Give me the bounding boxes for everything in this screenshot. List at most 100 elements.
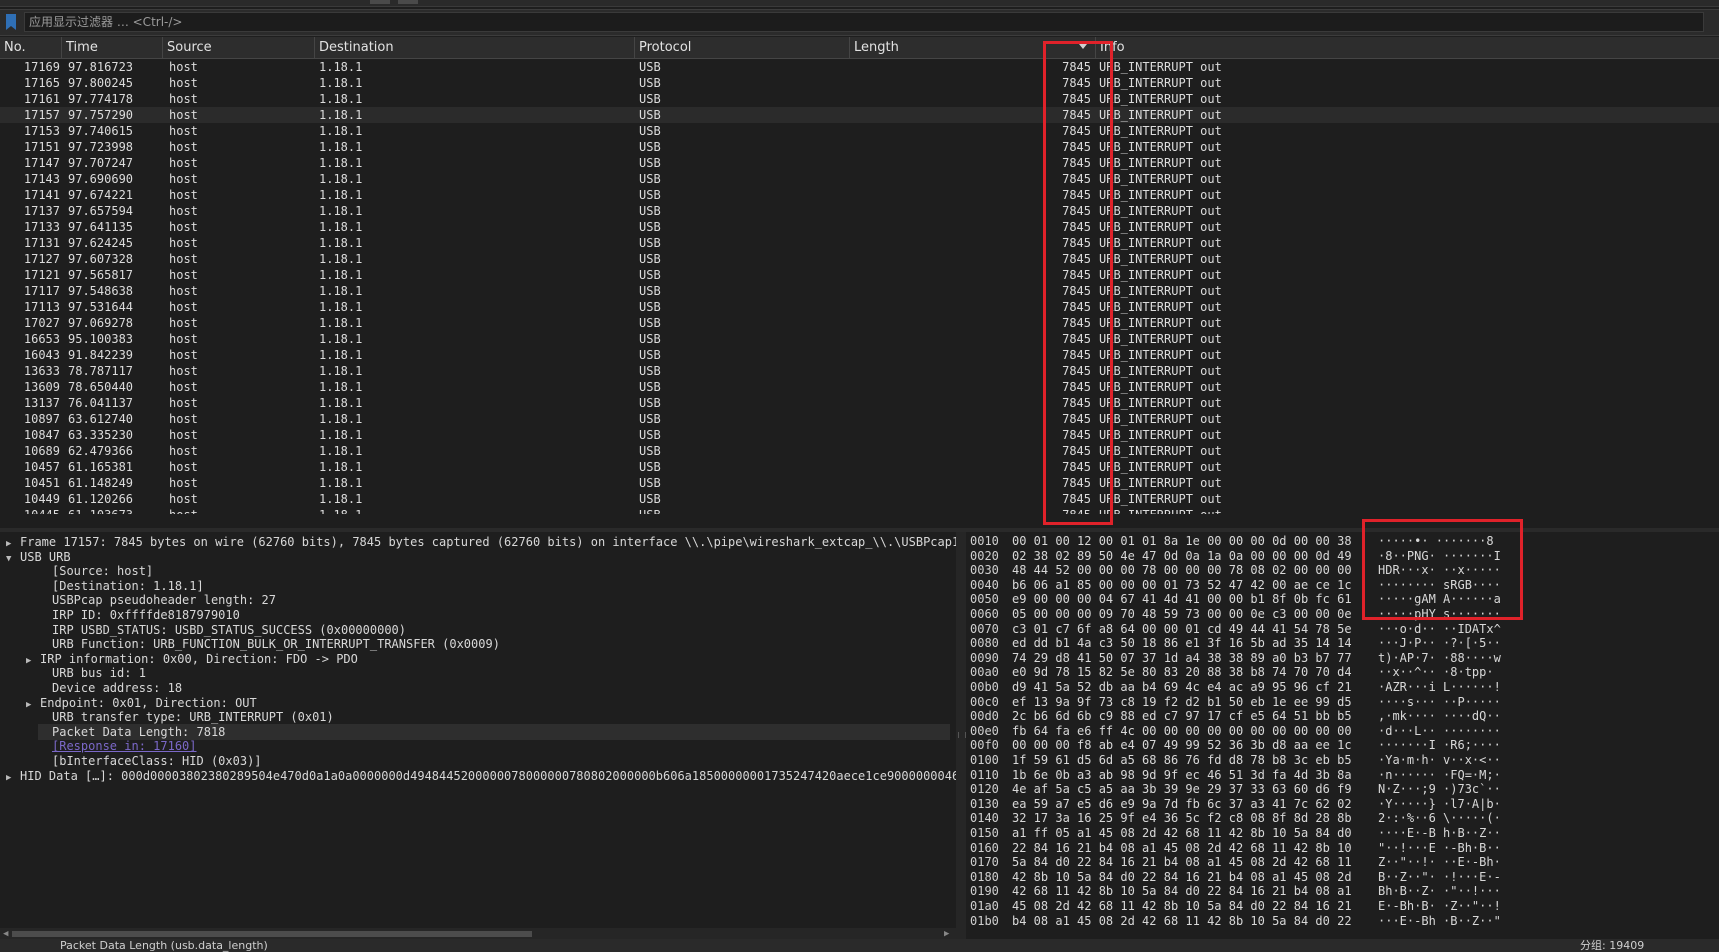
detail-row[interactable]: [Response in: 17160] — [38, 738, 197, 754]
packet-row[interactable]: 17143 97.690690 host 1.18.1 USB 7845 URB_INTER… — [0, 171, 1719, 187]
packet-row[interactable]: 17153 97.740615 host 1.18.1 USB 7845 URB_INTER… — [0, 123, 1719, 139]
packet-cell-info: URB_INTERRUPT out — [1099, 92, 1222, 106]
column-header-length[interactable]: Length — [850, 37, 1096, 58]
packet-cell-length: 7845 — [1062, 348, 1091, 362]
bytes-ascii: ·8··PNG· ·······I — [1378, 548, 1501, 563]
detail-row[interactable]: ▶ HID Data […]: 000d00003802380289504e470… — [6, 768, 956, 784]
packet-row[interactable]: 10457 61.165381 host 1.18.1 USB 7845 URB_INTER… — [0, 459, 1719, 475]
bookmark-icon[interactable] — [6, 14, 16, 30]
packet-row[interactable]: 10847 63.335230 host 1.18.1 USB 7845 URB_INTER… — [0, 427, 1719, 443]
packet-cell-destination: 1.18.1 — [319, 476, 363, 490]
packet-row[interactable]: 13137 76.041137 host 1.18.1 USB 7845 URB_INTER… — [0, 395, 1719, 411]
packet-cell-destination: 1.18.1 — [319, 332, 363, 346]
detail-row[interactable]: ▶ IRP information: 0x00, Direction: FDO -… — [26, 651, 358, 667]
packet-row[interactable]: 10897 63.612740 host 1.18.1 USB 7845 URB_INTER… — [0, 411, 1719, 427]
packet-cell-info: URB_INTERRUPT out — [1099, 252, 1222, 266]
packet-cell-source: host — [169, 188, 198, 202]
packet-row[interactable]: 17133 97.641135 host 1.18.1 USB 7845 URB_INTER… — [0, 219, 1719, 235]
packet-row[interactable]: 17113 97.531644 host 1.18.1 USB 7845 URB_INTER… — [0, 299, 1719, 315]
packet-cell-destination: 1.18.1 — [319, 252, 363, 266]
detail-row[interactable]: USBPcap pseudoheader length: 27 — [38, 592, 276, 608]
packet-row[interactable]: 16043 91.842239 host 1.18.1 USB 7845 URB_INTER… — [0, 347, 1719, 363]
bytes-offset: 0190 — [970, 884, 999, 899]
bytes-ascii: ·Ya·m·h· v··x·<·· — [1378, 753, 1501, 767]
packet-row[interactable]: 17137 97.657594 host 1.18.1 USB 7845 URB_INTER… — [0, 203, 1719, 219]
detail-text: Packet Data Length: 7818 — [52, 724, 226, 739]
detail-row[interactable]: [Source: host] — [38, 563, 153, 579]
packet-row[interactable]: 17151 97.723998 host 1.18.1 USB 7845 URB_INTER… — [0, 139, 1719, 155]
column-header-destination[interactable]: Destination — [315, 37, 635, 58]
detail-row[interactable]: [Destination: 1.18.1] — [38, 578, 204, 594]
packet-row[interactable]: 10451 61.148249 host 1.18.1 USB 7845 URB_INTER… — [0, 475, 1719, 491]
display-filter-input[interactable] — [24, 12, 1704, 32]
packet-cell-time: 63.335230 — [68, 428, 134, 442]
packet-cell-destination: 1.18.1 — [319, 172, 363, 186]
packet-row[interactable]: 17161 97.774178 host 1.18.1 USB 7845 URB_INTER… — [0, 91, 1719, 107]
packet-row[interactable]: 17141 97.674221 host 1.18.1 USB 7845 URB_INTER… — [0, 187, 1719, 203]
packet-row[interactable]: 17117 97.548638 host 1.18.1 USB 7845 URB_INTER… — [0, 283, 1719, 299]
packet-row[interactable]: 17165 97.800245 host 1.18.1 USB 7845 URB_INTER… — [0, 75, 1719, 91]
packet-cell-destination: 1.18.1 — [319, 412, 363, 426]
packet-row[interactable]: 10689 62.479366 host 1.18.1 USB 7845 URB_INTER… — [0, 443, 1719, 459]
detail-row[interactable]: IRP USBD_STATUS: USBD_STATUS_SUCCESS (0x… — [38, 622, 406, 638]
packet-cell-protocol: USB — [635, 507, 850, 514]
bytes-hex: 2c b6 6d 6b c9 88 ed c7 97 17 cf e5 64 5… — [1012, 709, 1352, 724]
scrollbar-thumb[interactable] — [12, 931, 532, 937]
detail-row[interactable]: [bInterfaceClass: HID (0x03)] — [38, 753, 262, 769]
toolbar-button[interactable] — [370, 0, 390, 4]
bytes-offset: 00c0 — [970, 694, 999, 709]
detail-row[interactable]: ▶ Endpoint: 0x01, Direction: OUT — [26, 695, 257, 711]
scroll-left-icon[interactable]: ◀ — [3, 929, 8, 939]
bytes-offset: 0140 — [970, 811, 999, 826]
packet-row[interactable]: 13609 78.650440 host 1.18.1 USB 7845 URB_INTER… — [0, 379, 1719, 395]
detail-row[interactable]: URB transfer type: URB_INTERRUPT (0x01) — [38, 709, 334, 725]
packet-cell-protocol: USB — [639, 412, 661, 426]
packet-row[interactable]: 17131 97.624245 host 1.18.1 USB 7845 URB_INTER… — [0, 235, 1719, 251]
bytes-hex: fb 64 fa e6 ff 4c 00 00 00 00 00 00 00 0… — [1012, 723, 1352, 738]
packet-cell-length: 7845 — [1062, 172, 1091, 186]
packet-row[interactable]: 10449 61.120266 host 1.18.1 USB 7845 URB_INTER… — [0, 491, 1719, 507]
packet-cell-destination: 1.18.1 — [319, 380, 363, 394]
column-header-info[interactable]: Info — [1096, 37, 1719, 58]
pane-splitter-vertical[interactable] — [956, 532, 966, 939]
bytes-ascii: ·Y·····} ·l7·A|b· — [1378, 796, 1501, 811]
collapsed-arrow-icon[interactable]: ▶ — [6, 770, 20, 786]
expanded-arrow-icon[interactable]: ▼ — [6, 551, 20, 567]
packet-cell-length: 7845 — [1062, 220, 1091, 234]
column-header-source[interactable]: Source — [163, 37, 315, 58]
detail-row[interactable]: IRP ID: 0xffffde8187979010 — [38, 607, 240, 623]
packet-row[interactable]: 17127 97.607328 host 1.18.1 USB 7845 URB_INTER… — [0, 251, 1719, 267]
packet-row[interactable]: 17121 97.565817 host 1.18.1 USB 7845 URB_INTER… — [0, 267, 1719, 283]
detail-row[interactable]: Packet Data Length: 7818 — [38, 723, 950, 740]
packet-cell-no: 17161 — [23, 92, 60, 106]
packet-cell-length: 7845 — [1062, 428, 1091, 442]
detail-row[interactable]: URB Function: URB_FUNCTION_BULK_OR_INTER… — [38, 636, 500, 652]
column-header-protocol[interactable]: Protocol — [635, 37, 850, 58]
packet-row[interactable]: 17147 97.707247 host 1.18.1 USB 7845 URB_INTER… — [0, 155, 1719, 171]
packet-row[interactable]: 1044561.103673host1.18.1USB7845 URB_INTER… — [0, 507, 1719, 514]
packet-row[interactable]: 17169 97.816723 host 1.18.1 USB 7845 URB_INTER… — [0, 59, 1719, 75]
packet-cell-no: 17027 — [23, 316, 60, 330]
splitter-grip[interactable] — [958, 732, 966, 738]
detail-row[interactable]: ▶ Frame 17157: 7845 bytes on wire (62760 … — [6, 534, 956, 550]
packet-cell-no: 13633 — [23, 364, 60, 378]
packet-row[interactable]: 16653 95.100383 host 1.18.1 USB 7845 URB_INTER… — [0, 331, 1719, 347]
details-scrollbar[interactable]: ◀ ▶ — [0, 928, 956, 939]
packet-cell-no: 17117 — [23, 284, 60, 298]
detail-row[interactable]: ▼ USB URB — [6, 549, 71, 565]
packet-cell-length: 7845 — [850, 507, 1091, 514]
response-link[interactable]: [Response in: 17160] — [52, 739, 197, 753]
packet-cell-no: 17169 — [23, 60, 60, 74]
toolbar-button[interactable] — [398, 0, 418, 4]
packet-row[interactable]: 13633 78.787117 host 1.18.1 USB 7845 URB_INTER… — [0, 363, 1719, 379]
column-header-time[interactable]: Time — [62, 37, 163, 58]
bytes-ascii: ·······I ·R6;···· — [1378, 738, 1501, 753]
detail-row[interactable]: URB bus id: 1 — [38, 665, 146, 681]
packet-row[interactable]: 17157 97.757290 host 1.18.1 USB 7845 URB_INTER… — [0, 107, 1719, 123]
packet-row[interactable]: 17027 97.069278 host 1.18.1 USB 7845 URB_INTER… — [0, 315, 1719, 331]
detail-row[interactable]: Device address: 18 — [38, 680, 182, 696]
scroll-right-icon[interactable]: ▶ — [944, 929, 949, 939]
packet-cell-info: URB_INTERRUPT out — [1096, 507, 1719, 514]
packet-cell-protocol: USB — [639, 492, 661, 506]
column-header-no[interactable]: No. — [0, 37, 62, 58]
